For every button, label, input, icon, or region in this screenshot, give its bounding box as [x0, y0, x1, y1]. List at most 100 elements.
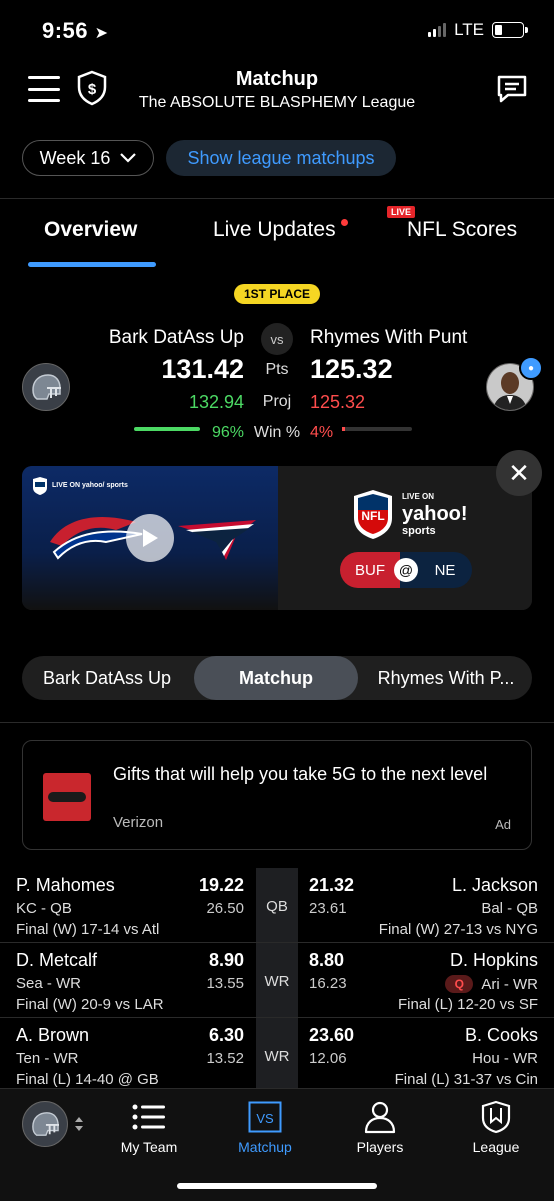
- signal-icon: [428, 23, 447, 37]
- week-label: Week 16: [39, 147, 111, 168]
- questionable-badge: Q: [445, 975, 474, 993]
- chat-icon[interactable]: [496, 74, 528, 109]
- position-label: QB: [266, 898, 288, 915]
- segment-left-team[interactable]: Bark DatAss Up: [22, 656, 192, 700]
- left-player-projected: 13.52: [206, 1050, 244, 1067]
- vs-badge: vs: [261, 323, 293, 355]
- chat-bubble-icon[interactable]: ●: [519, 356, 543, 380]
- team-switcher[interactable]: [22, 1101, 84, 1147]
- live-game-info: NFL LIVE ON yahoo! sports BUF NE @: [278, 466, 532, 610]
- person-icon: [364, 1101, 396, 1134]
- left-player-name[interactable]: D. Metcalf: [16, 950, 97, 971]
- play-button[interactable]: [126, 514, 174, 562]
- right-player-team-pos: Q Ari - WR: [445, 975, 538, 993]
- home-team-abbr: BUF: [340, 552, 400, 588]
- team-avatar: [22, 1101, 68, 1147]
- left-player-game: Final (L) 14-40 @ GB: [16, 1071, 159, 1088]
- play-icon: [143, 529, 158, 547]
- close-video-button[interactable]: ✕: [496, 450, 542, 496]
- status-time: 9:56 ➤: [42, 18, 109, 43]
- svg-text:NFL: NFL: [361, 509, 384, 523]
- sports-label: sports: [402, 525, 436, 537]
- video-thumbnail[interactable]: LIVE ON yahoo/ sports: [22, 466, 278, 610]
- right-player-projected: 12.06: [309, 1050, 347, 1067]
- table-row[interactable]: D. Metcalf Sea - WR Final (W) 20-9 vs LA…: [0, 943, 554, 1018]
- right-player-name[interactable]: L. Jackson: [452, 875, 538, 896]
- left-player-game: Final (W) 17-14 vs Atl: [16, 921, 160, 938]
- show-league-matchups-button[interactable]: Show league matchups: [166, 140, 396, 176]
- right-win-pct: 4%: [310, 424, 334, 441]
- win-label: Win %: [253, 424, 301, 441]
- league-name: The ABSOLUTE BLASPHEMY League: [138, 94, 416, 111]
- location-arrow-icon: ➤: [94, 25, 109, 42]
- left-player-game: Final (W) 20-9 vs LAR: [16, 996, 164, 1013]
- left-player-name[interactable]: A. Brown: [16, 1025, 89, 1046]
- game-matchup-pill[interactable]: BUF NE @: [340, 552, 472, 588]
- tab-overview[interactable]: Overview: [44, 218, 137, 242]
- tab-nfl-scores[interactable]: NFL Scores: [407, 218, 517, 242]
- list-icon: [132, 1104, 165, 1130]
- left-player-points: 8.90: [208, 950, 244, 970]
- ad-headline: Gifts that will help you take 5G to the …: [113, 764, 488, 784]
- yahoo-label: yahoo!: [402, 503, 468, 525]
- battery-icon: [492, 22, 528, 38]
- nav-my-team[interactable]: My Team: [99, 1099, 199, 1155]
- ad-product-image: [43, 773, 91, 821]
- live-on-yahoo-small-logo: LIVE ON yahoo/ sports: [32, 476, 128, 496]
- right-player-points: 8.80: [309, 950, 345, 970]
- left-player-name[interactable]: P. Mahomes: [16, 875, 115, 896]
- left-player-team-pos: Ten - WR: [16, 1050, 79, 1067]
- left-player-team-pos: KC - QB: [16, 900, 72, 917]
- live-badge: LIVE: [387, 206, 416, 218]
- network-label: LTE: [454, 20, 484, 39]
- left-projected: 132.94: [188, 392, 244, 412]
- proj-label: Proj: [262, 393, 292, 410]
- right-win-bar: [342, 427, 412, 431]
- nav-league[interactable]: League: [446, 1099, 546, 1155]
- vs-icon: VS: [248, 1101, 282, 1133]
- left-win-bar: [134, 427, 200, 431]
- nav-matchup[interactable]: VS Matchup: [215, 1099, 315, 1155]
- right-player-projected: 23.61: [309, 900, 347, 917]
- right-player-name[interactable]: B. Cooks: [465, 1025, 538, 1046]
- right-player-points: 23.60: [309, 1025, 355, 1045]
- divider: [0, 198, 554, 199]
- live-on-label: LIVE ON: [402, 492, 435, 501]
- segment-matchup[interactable]: Matchup: [194, 656, 358, 700]
- left-player-points: 19.22: [198, 875, 244, 895]
- svg-text:VS: VS: [256, 1111, 274, 1126]
- left-player-points: 6.30: [208, 1025, 244, 1045]
- right-player-game: Final (W) 27-13 vs NYG: [378, 921, 538, 938]
- nav-players[interactable]: Players: [330, 1099, 430, 1155]
- status-indicators: LTE: [428, 20, 528, 40]
- left-team-avatar[interactable]: [22, 363, 70, 411]
- right-projected: 125.32: [310, 392, 366, 412]
- segment-right-team[interactable]: Rhymes With P...: [360, 656, 532, 700]
- week-selector[interactable]: Week 16: [22, 140, 154, 176]
- table-row[interactable]: A. Brown Ten - WR Final (L) 14-40 @ GB 6…: [0, 1018, 554, 1093]
- right-player-name[interactable]: D. Hopkins: [450, 950, 538, 971]
- close-icon: ✕: [508, 457, 530, 488]
- tab-live-updates[interactable]: Live Updates: [213, 218, 336, 242]
- nfl-yahoo-brand: NFL LIVE ON yahoo! sports: [352, 488, 468, 540]
- table-row[interactable]: P. Mahomes KC - QB Final (W) 17-14 vs At…: [0, 868, 554, 943]
- right-player-game: Final (L) 31-37 vs Cin: [394, 1071, 538, 1088]
- right-player-team-pos: Bal - QB: [481, 900, 538, 917]
- right-points: 125.32: [310, 354, 393, 384]
- left-player-projected: 26.50: [206, 900, 244, 917]
- position-label: WR: [264, 973, 290, 990]
- matchup-view-segmented-control[interactable]: Bark DatAss Up Matchup Rhymes With P...: [22, 656, 532, 700]
- nfl-shield-icon: NFL: [354, 490, 392, 539]
- home-indicator: [177, 1183, 377, 1189]
- live-updates-dot: [341, 219, 348, 226]
- sort-arrows-icon: [75, 1117, 83, 1131]
- ad-card[interactable]: Gifts that will help you take 5G to the …: [22, 740, 532, 850]
- right-player-team-pos: Hou - WR: [472, 1050, 538, 1067]
- left-team-name: Bark DatAss Up: [108, 327, 244, 348]
- tab-active-indicator: [28, 262, 156, 267]
- right-player-points: 21.32: [309, 875, 355, 895]
- title: Matchup: [235, 68, 319, 90]
- live-game-video-card[interactable]: LIVE ON yahoo/ sports NFL LIVE ON yahoo!…: [22, 466, 532, 610]
- right-player-projected: 16.23: [309, 975, 347, 992]
- left-points: 131.42: [161, 354, 244, 384]
